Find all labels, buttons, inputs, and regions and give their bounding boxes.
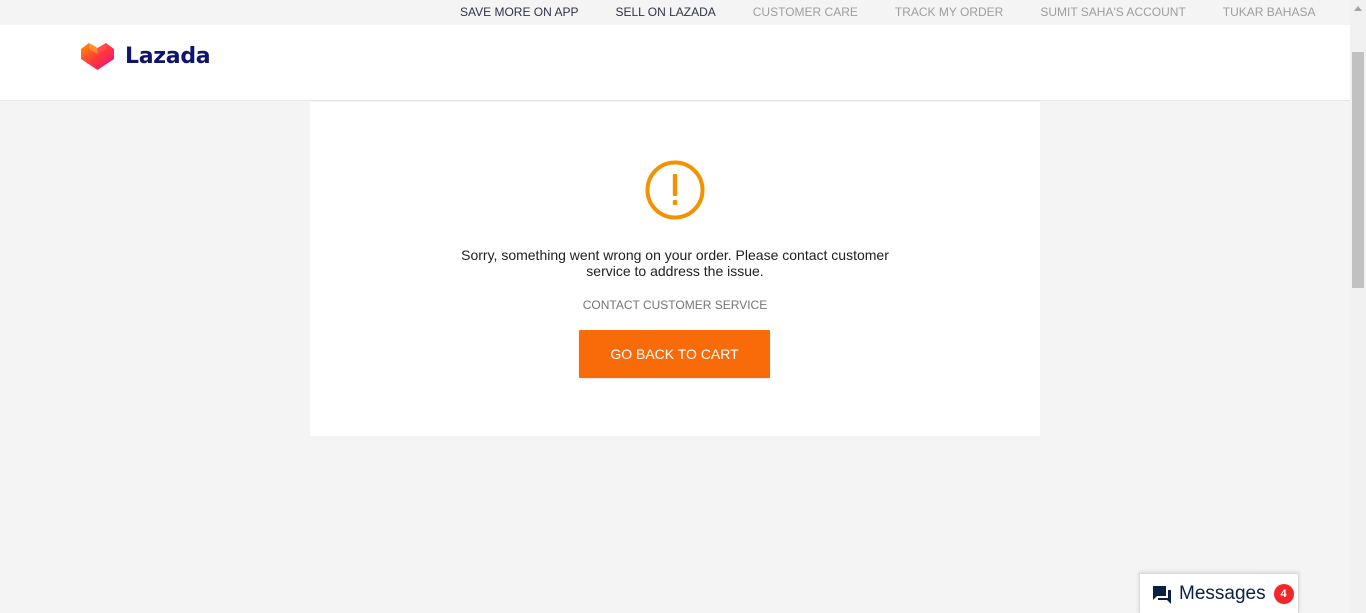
scrollbar-thumb[interactable] bbox=[1352, 52, 1364, 288]
messages-label: Messages bbox=[1179, 582, 1266, 604]
save-more-on-app-link[interactable]: SAVE MORE ON APP bbox=[460, 5, 578, 19]
top-utility-bar: SAVE MORE ON APP SELL ON LAZADA CUSTOMER… bbox=[0, 0, 1350, 25]
scroll-up-arrow-icon[interactable] bbox=[1350, 0, 1366, 16]
messages-widget[interactable]: Messages 4 bbox=[1139, 573, 1299, 613]
customer-care-link[interactable]: CUSTOMER CARE bbox=[753, 5, 858, 19]
account-link[interactable]: SUMIT SAHA'S ACCOUNT bbox=[1040, 5, 1185, 19]
error-card: Sorry, something went wrong on your orde… bbox=[310, 102, 1040, 436]
error-message: Sorry, something went wrong on your orde… bbox=[461, 247, 889, 279]
chat-bubbles-icon bbox=[1153, 586, 1171, 604]
site-header: Lazada bbox=[0, 25, 1350, 101]
vertical-scrollbar[interactable] bbox=[1350, 0, 1366, 613]
sell-on-lazada-link[interactable]: SELL ON LAZADA bbox=[615, 5, 715, 19]
unread-count-badge: 4 bbox=[1273, 583, 1294, 604]
lazada-heart-icon bbox=[81, 43, 114, 70]
warning-circle-icon bbox=[645, 160, 705, 220]
contact-customer-service-link[interactable]: CONTACT CUSTOMER SERVICE bbox=[310, 298, 1040, 312]
lazada-logo[interactable]: Lazada bbox=[80, 42, 211, 71]
brand-name: Lazada bbox=[125, 44, 211, 69]
go-back-to-cart-button[interactable]: GO BACK TO CART bbox=[579, 330, 770, 378]
utility-links: SAVE MORE ON APP SELL ON LAZADA CUSTOMER… bbox=[460, 5, 1352, 19]
change-language-link[interactable]: TUKAR BAHASA bbox=[1223, 5, 1316, 19]
track-my-order-link[interactable]: TRACK MY ORDER bbox=[895, 5, 1003, 19]
